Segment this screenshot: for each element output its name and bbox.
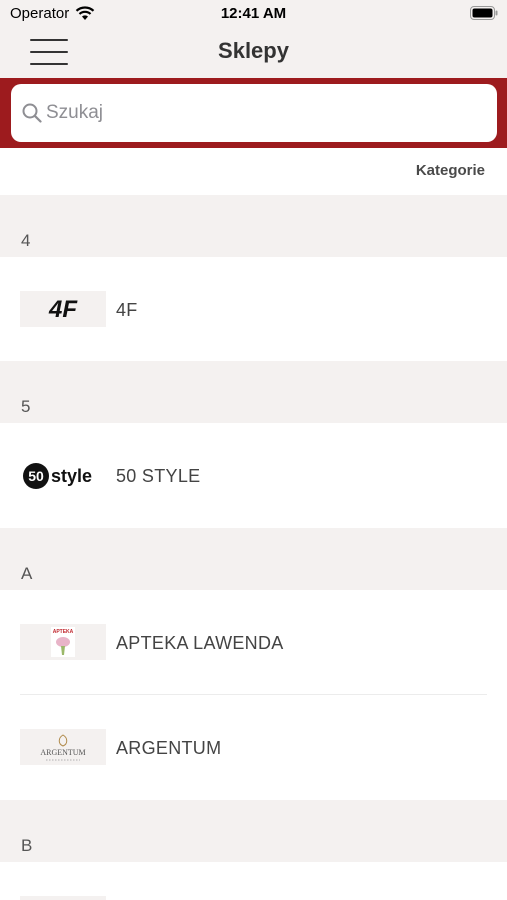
shop-logo-50-style: 50 style — [20, 458, 106, 494]
search-input[interactable] — [46, 96, 486, 130]
svg-text:style: style — [51, 466, 92, 486]
svg-text:APTEKA: APTEKA — [53, 629, 74, 635]
battery-icon — [470, 6, 498, 20]
shop-name: 50 STYLE — [116, 466, 201, 486]
shop-logo-partial — [20, 896, 106, 900]
svg-text:50: 50 — [28, 468, 44, 484]
shop-logo-argentum: ARGENTUM — [20, 729, 106, 765]
shop-row-partial[interactable] — [0, 862, 507, 900]
section-header-b — [0, 800, 507, 862]
section-letter: B — [21, 836, 33, 855]
svg-text:ARGENTUM: ARGENTUM — [40, 748, 85, 757]
shop-logo-4f: 4F — [20, 291, 106, 327]
section-header-4 — [0, 195, 507, 257]
shop-logo-apteka-lawenda: APTEKA — [20, 624, 106, 660]
section-header-5 — [0, 361, 507, 423]
search-icon — [22, 103, 42, 123]
categories-link[interactable]: Kategorie — [416, 162, 485, 179]
shop-name: APTEKA LAWENDA — [116, 633, 284, 653]
shop-name: 4F — [116, 300, 138, 320]
clock: 12:41 AM — [220, 5, 287, 22]
svg-text:4F: 4F — [48, 296, 78, 323]
section-letter: A — [21, 564, 33, 583]
section-header-a — [0, 528, 507, 590]
section-letter: 4 — [21, 231, 31, 250]
section-letter: 5 — [21, 397, 31, 416]
shop-name: ARGENTUM — [116, 738, 222, 758]
page-title: Sklepy — [218, 38, 289, 63]
